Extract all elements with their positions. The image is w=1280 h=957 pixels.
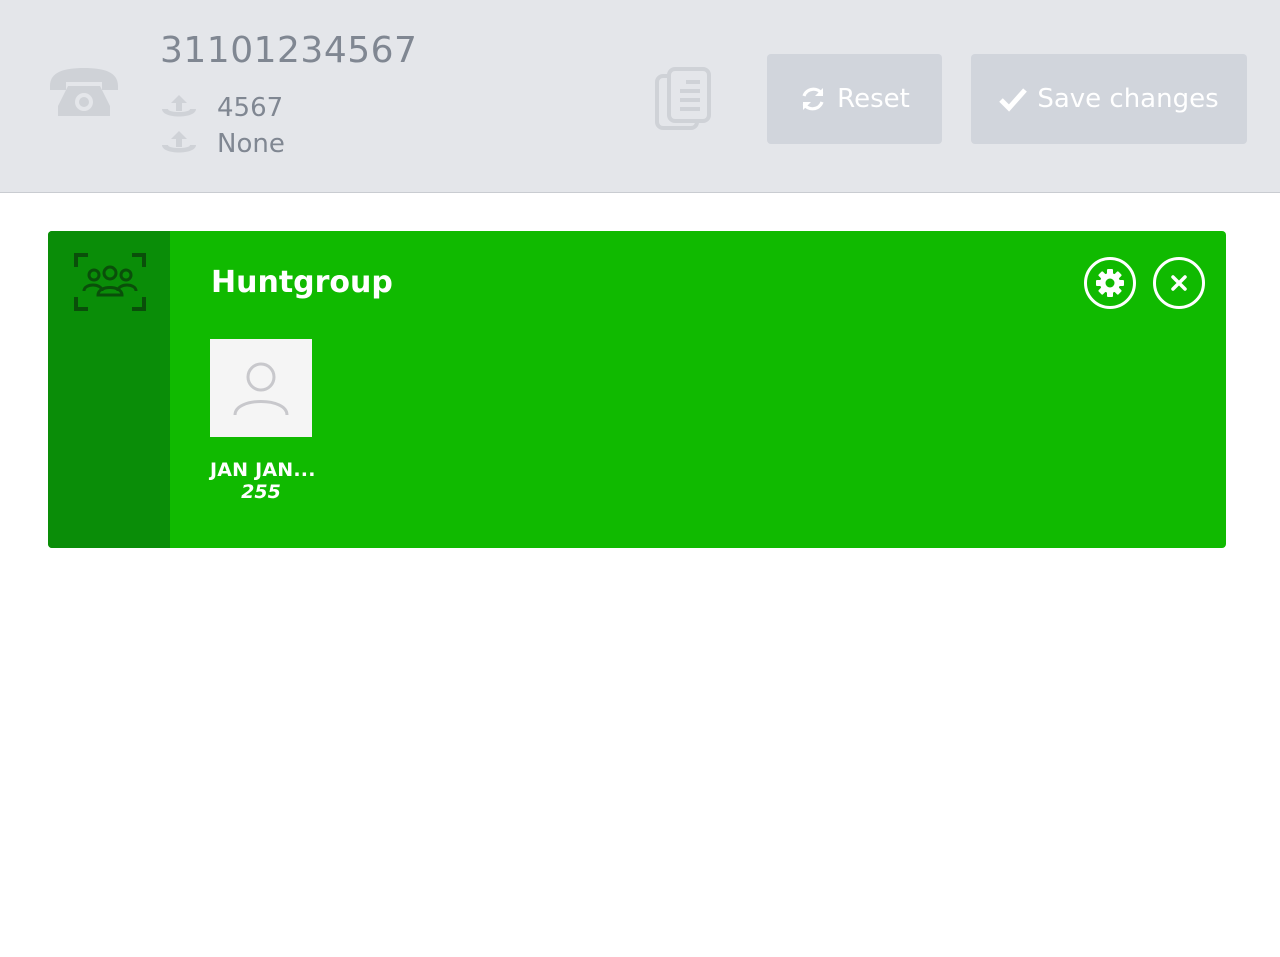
outgoing-call-icon: [162, 95, 196, 117]
outgoing-value-1: 4567: [217, 93, 284, 123]
toolbar-header: 31101234567 4567 None Reset Save changes: [0, 0, 1280, 193]
gear-icon: [1096, 269, 1124, 297]
member-item[interactable]: JAN JAN... 255: [210, 339, 316, 503]
outgoing-row-2: None: [160, 128, 285, 160]
avatar: [210, 339, 312, 437]
member-extension: 255: [241, 481, 281, 503]
close-icon: [1171, 275, 1187, 291]
member-name: JAN JAN...: [210, 459, 316, 481]
group-title: Huntgroup: [211, 265, 393, 300]
outgoing-call-icon: [162, 131, 196, 153]
save-changes-button[interactable]: Save changes: [971, 54, 1247, 144]
refresh-icon: [802, 87, 824, 111]
outgoing-row-1: 4567: [160, 92, 283, 124]
user-icon: [233, 362, 289, 416]
phone-number-title: 31101234567: [160, 30, 418, 71]
group-settings-button[interactable]: [1084, 257, 1136, 309]
group-side-panel: [48, 231, 170, 548]
huntgroup-card: Huntgroup JAN JAN... 255: [48, 231, 1226, 548]
reset-button-label: Reset: [837, 84, 910, 114]
copy-icon[interactable]: [654, 66, 714, 132]
group-close-button[interactable]: [1153, 257, 1205, 309]
reset-button[interactable]: Reset: [767, 54, 942, 144]
telephone-icon: [50, 68, 118, 116]
group-icon: [74, 253, 146, 311]
outgoing-value-2: None: [217, 129, 285, 159]
checkmark-icon: [999, 88, 1028, 112]
save-button-label: Save changes: [1037, 84, 1219, 114]
